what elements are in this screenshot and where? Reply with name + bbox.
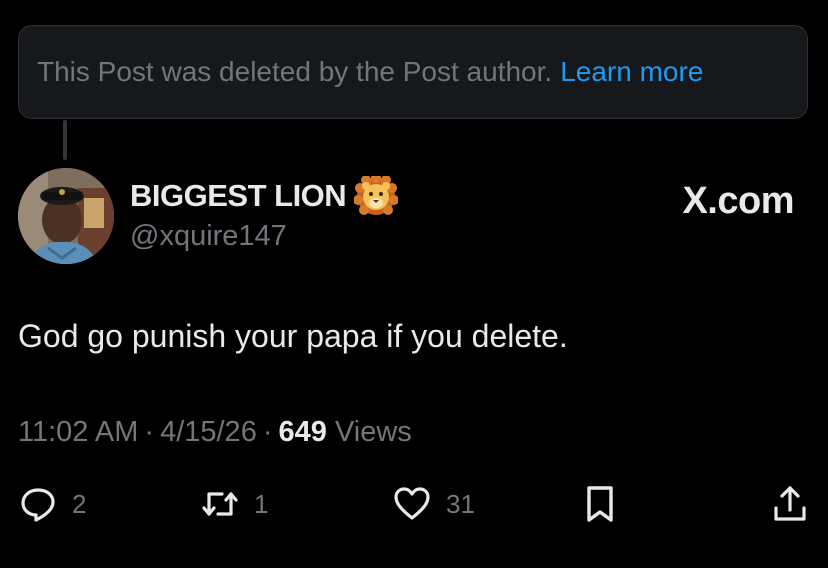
post-meta: 11:02 AM · 4/15/26 · 649 Views <box>18 416 412 449</box>
post-date[interactable]: 4/15/26 <box>160 416 257 448</box>
repost-icon <box>202 492 238 516</box>
post-text: God go punish your papa if you delete. <box>18 318 568 354</box>
meta-separator: · <box>144 416 155 448</box>
lion-face-icon <box>354 176 399 215</box>
bookmark-icon <box>587 486 613 522</box>
thread-connector-line <box>63 120 67 160</box>
views-count: 649 <box>278 416 327 448</box>
share-icon <box>774 486 806 521</box>
bookmark-button[interactable] <box>580 484 620 524</box>
repost-count: 1 <box>254 488 269 519</box>
heart-icon <box>394 487 430 520</box>
views-label: Views <box>334 416 412 448</box>
x-com-watermark: X.com <box>682 180 794 222</box>
reply-count: 2 <box>72 488 87 519</box>
like-count: 31 <box>446 488 475 519</box>
deleted-post-banner: This Post was deleted by the Post author… <box>18 25 808 119</box>
like-button[interactable]: 31 <box>392 484 475 524</box>
learn-more-link[interactable]: Learn more <box>560 56 703 88</box>
reply-button[interactable]: 2 <box>18 484 86 524</box>
deleted-notice-text: This Post was deleted by the Post author… <box>37 56 553 87</box>
author-display-name[interactable]: BIGGEST LION <box>130 178 347 214</box>
reply-icon <box>21 488 55 522</box>
avatar[interactable] <box>18 168 114 264</box>
action-bar: 2 1 31 <box>0 484 828 528</box>
author-name-row: BIGGEST LION <box>130 176 399 216</box>
author-block: BIGGEST LION @xquire147 <box>130 176 399 253</box>
repost-button[interactable]: 1 <box>200 484 268 524</box>
avatar-photo <box>18 168 114 264</box>
post-time[interactable]: 11:02 AM <box>18 416 138 448</box>
share-button[interactable] <box>770 484 810 524</box>
author-handle[interactable]: @xquire147 <box>130 220 398 253</box>
meta-separator: · <box>262 416 273 448</box>
